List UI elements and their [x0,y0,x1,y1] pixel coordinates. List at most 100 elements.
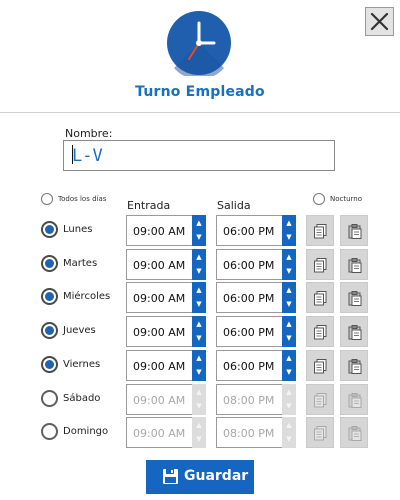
spin-down-icon[interactable]: ▼ [192,403,206,410]
name-label: Nombre: [65,127,113,140]
paste-button[interactable] [340,215,368,246]
name-input[interactable]: L-V [63,140,335,171]
day-radio-6[interactable] [41,423,58,440]
close-icon [370,12,389,31]
day-radio-4[interactable] [41,356,58,373]
entrada-spinner[interactable]: ▲ ▼ [192,350,206,381]
day-label: Martes [63,258,98,269]
night-shift-radio[interactable] [313,193,325,205]
spin-up-icon[interactable]: ▲ [282,422,296,429]
salida-time-input[interactable]: 08:00 PM ▲ ▼ [216,417,296,448]
salida-time-input[interactable]: 06:00 PM ▲ ▼ [216,316,296,347]
salida-spinner[interactable]: ▲ ▼ [282,384,296,415]
spin-up-icon[interactable]: ▲ [282,355,296,362]
day-radio-1[interactable] [41,255,58,272]
entrada-time-input[interactable]: 09:00 AM ▲ ▼ [126,249,206,280]
spin-up-icon[interactable]: ▲ [192,287,206,294]
day-label: Lunes [63,224,93,235]
spin-down-icon[interactable]: ▼ [192,301,206,308]
day-label: Sábado [63,393,101,404]
copy-button[interactable] [306,350,334,381]
salida-spinner[interactable]: ▲ ▼ [282,282,296,313]
copy-button[interactable] [306,282,334,313]
salida-spinner[interactable]: ▲ ▼ [282,316,296,347]
entrada-time-input[interactable]: 09:00 AM ▲ ▼ [126,417,206,448]
day-label: Miércoles [63,291,111,302]
copy-button[interactable] [306,316,334,347]
paste-button[interactable] [340,350,368,381]
all-days-radio[interactable] [41,193,53,205]
entrada-time-value: 09:00 AM [133,394,186,407]
copy-button[interactable] [306,384,334,415]
salida-time-input[interactable]: 06:00 PM ▲ ▼ [216,282,296,313]
salida-time-input[interactable]: 08:00 PM ▲ ▼ [216,384,296,415]
paste-button[interactable] [340,249,368,280]
entrada-spinner[interactable]: ▲ ▼ [192,384,206,415]
day-radio-2[interactable] [41,288,58,305]
spin-up-icon[interactable]: ▲ [282,220,296,227]
close-button[interactable] [365,7,394,36]
salida-time-input[interactable]: 06:00 PM ▲ ▼ [216,215,296,246]
window-title: Turno Empleado [135,84,265,100]
entrada-spinner[interactable]: ▲ ▼ [192,316,206,347]
spin-down-icon[interactable]: ▼ [282,234,296,241]
entrada-spinner[interactable]: ▲ ▼ [192,282,206,313]
day-radio-5[interactable] [41,390,58,407]
divider [0,112,400,113]
save-button[interactable]: Guardar [146,460,254,494]
entrada-time-value: 09:00 AM [133,360,186,373]
spin-up-icon[interactable]: ▲ [192,254,206,261]
entrada-time-input[interactable]: 09:00 AM ▲ ▼ [126,282,206,313]
spin-down-icon[interactable]: ▼ [282,436,296,443]
column-header-salida: Salida [217,199,251,212]
entrada-time-input[interactable]: 09:00 AM ▲ ▼ [126,215,206,246]
column-header-entrada: Entrada [127,199,171,212]
salida-spinner[interactable]: ▲ ▼ [282,417,296,448]
entrada-time-value: 09:00 AM [133,259,186,272]
salida-time-value: 08:00 PM [223,394,275,407]
entrada-time-input[interactable]: 09:00 AM ▲ ▼ [126,384,206,415]
entrada-time-value: 09:00 AM [133,427,186,440]
spin-up-icon[interactable]: ▲ [282,287,296,294]
day-label: Viernes [63,359,101,370]
spin-up-icon[interactable]: ▲ [282,389,296,396]
paste-button[interactable] [340,316,368,347]
spin-down-icon[interactable]: ▼ [192,268,206,275]
day-radio-3[interactable] [41,322,58,339]
spin-up-icon[interactable]: ▲ [282,254,296,261]
spin-down-icon[interactable]: ▼ [192,335,206,342]
entrada-spinner[interactable]: ▲ ▼ [192,249,206,280]
entrada-spinner[interactable]: ▲ ▼ [192,215,206,246]
salida-time-value: 06:00 PM [223,360,275,373]
copy-button[interactable] [306,215,334,246]
spin-down-icon[interactable]: ▼ [282,268,296,275]
entrada-spinner[interactable]: ▲ ▼ [192,417,206,448]
spin-up-icon[interactable]: ▲ [192,220,206,227]
copy-button[interactable] [306,249,334,280]
spin-up-icon[interactable]: ▲ [192,355,206,362]
salida-time-input[interactable]: 06:00 PM ▲ ▼ [216,350,296,381]
spin-down-icon[interactable]: ▼ [192,436,206,443]
salida-spinner[interactable]: ▲ ▼ [282,215,296,246]
copy-button[interactable] [306,417,334,448]
paste-button[interactable] [340,384,368,415]
spin-up-icon[interactable]: ▲ [282,321,296,328]
spin-up-icon[interactable]: ▲ [192,321,206,328]
paste-button[interactable] [340,282,368,313]
salida-spinner[interactable]: ▲ ▼ [282,249,296,280]
day-radio-0[interactable] [41,221,58,238]
floppy-disk-icon [163,469,178,484]
spin-down-icon[interactable]: ▼ [282,335,296,342]
spin-down-icon[interactable]: ▼ [282,369,296,376]
entrada-time-input[interactable]: 09:00 AM ▲ ▼ [126,316,206,347]
spin-up-icon[interactable]: ▲ [192,389,206,396]
salida-time-input[interactable]: 06:00 PM ▲ ▼ [216,249,296,280]
spin-down-icon[interactable]: ▼ [192,234,206,241]
spin-down-icon[interactable]: ▼ [192,369,206,376]
salida-spinner[interactable]: ▲ ▼ [282,350,296,381]
paste-button[interactable] [340,417,368,448]
spin-down-icon[interactable]: ▼ [282,403,296,410]
spin-up-icon[interactable]: ▲ [192,422,206,429]
spin-down-icon[interactable]: ▼ [282,301,296,308]
entrada-time-input[interactable]: 09:00 AM ▲ ▼ [126,350,206,381]
